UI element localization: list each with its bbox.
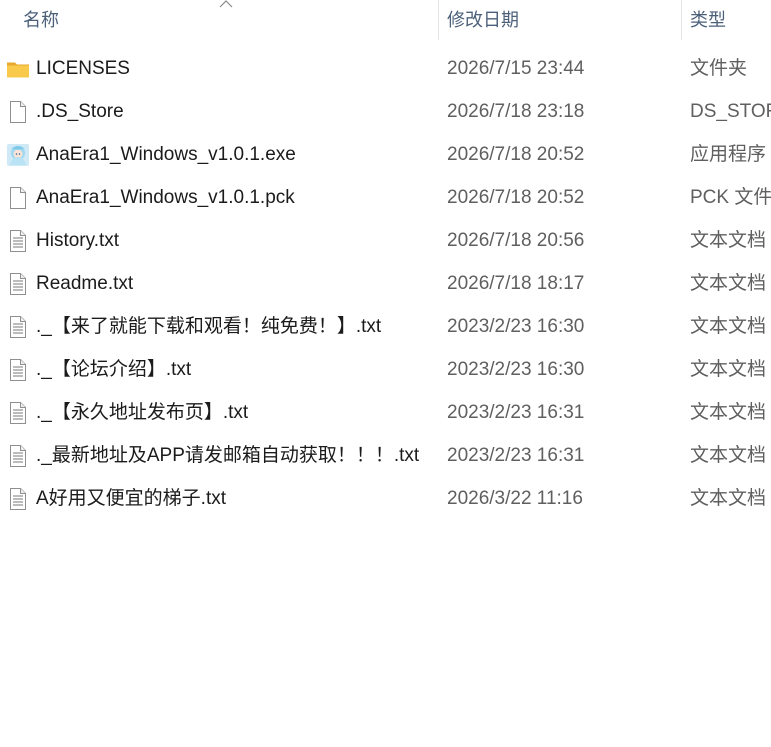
file-row[interactable]: History.txt 2026/7/18 20:56 文本文档 [0, 219, 771, 262]
folder-icon [6, 57, 30, 81]
file-row[interactable]: Readme.txt 2026/7/18 18:17 文本文档 [0, 262, 771, 305]
file-type: 文件夹 [690, 58, 748, 79]
file-date-modified: 2023/2/23 16:31 [447, 445, 585, 466]
file-date-modified: 2023/2/23 16:31 [447, 402, 585, 423]
file-type: 文本文档 [690, 316, 767, 337]
file-type: 文本文档 [690, 273, 767, 294]
file-name: History.txt [36, 230, 120, 251]
file-row[interactable]: AnaEra1_Windows_v1.0.1.pck 2026/7/18 20:5… [0, 176, 771, 219]
file-date-modified: 2026/7/18 20:56 [447, 230, 585, 251]
text-file-icon [6, 358, 30, 382]
file-name: ._【论坛介绍】.txt [36, 359, 192, 380]
file-date-modified: 2026/7/18 18:17 [447, 273, 585, 294]
blank-file-icon [6, 186, 30, 210]
file-date-modified: 2023/2/23 16:30 [447, 359, 585, 380]
file-date-modified: 2026/3/22 11:16 [447, 488, 583, 509]
column-header-type[interactable]: 类型 [681, 0, 771, 40]
column-header-date-modified[interactable]: 修改日期 [438, 0, 681, 40]
file-type: 文本文档 [690, 359, 767, 380]
file-type: 文本文档 [690, 445, 767, 466]
file-row[interactable]: ._最新地址及APP请发邮箱自动获取！！！.txt 2023/2/23 16:31… [0, 434, 771, 477]
file-name: AnaEra1_Windows_v1.0.1.exe [36, 144, 296, 165]
file-type: 应用程序 [690, 144, 767, 165]
text-file-icon [6, 487, 30, 511]
file-name: A好用又便宜的梯子.txt [36, 488, 227, 509]
app-icon [6, 143, 30, 167]
file-name: ._最新地址及APP请发邮箱自动获取！！！.txt [36, 445, 420, 466]
file-name: Readme.txt [36, 273, 134, 294]
file-name: LICENSES [36, 58, 130, 79]
file-date-modified: 2023/2/23 16:30 [447, 316, 585, 337]
file-name: ._【来了就能下载和观看！纯免费！】.txt [36, 316, 382, 337]
file-date-modified: 2026/7/15 23:44 [447, 58, 585, 79]
file-date-modified: 2026/7/18 20:52 [447, 187, 585, 208]
column-header-bar: 名称 修改日期 类型 [0, 0, 771, 40]
file-type: 文本文档 [690, 230, 767, 251]
file-name: .DS_Store [36, 101, 124, 122]
file-row[interactable]: ._【论坛介绍】.txt 2023/2/23 16:30 文本文档 [0, 348, 771, 391]
file-type: 文本文档 [690, 402, 767, 423]
file-type: PCK 文件 [690, 187, 771, 208]
text-file-icon [6, 401, 30, 425]
file-type: 文本文档 [690, 488, 767, 509]
file-list: LICENSES 2026/7/15 23:44 文件夹 .DS_Store 2026/… [0, 47, 771, 520]
file-date-modified: 2026/7/18 20:52 [447, 144, 585, 165]
file-row[interactable]: .DS_Store 2026/7/18 23:18 DS_STORE [0, 90, 771, 133]
file-row[interactable]: AnaEra1_Windows_v1.0.1.exe 2026/7/18 20:5… [0, 133, 771, 176]
blank-file-icon [6, 100, 30, 124]
file-explorer-list-view: 名称 修改日期 类型 LICENSES 2026/7/15 23:44 文件夹 .DS… [0, 0, 771, 747]
text-file-icon [6, 272, 30, 296]
column-header-name[interactable]: 名称 [0, 0, 438, 40]
text-file-icon [6, 444, 30, 468]
file-name: AnaEra1_Windows_v1.0.1.pck [36, 187, 295, 208]
file-name: ._【永久地址发布页】.txt [36, 402, 249, 423]
file-row[interactable]: A好用又便宜的梯子.txt 2026/3/22 11:16 文本文档 [0, 477, 771, 520]
file-row[interactable]: LICENSES 2026/7/15 23:44 文件夹 [0, 47, 771, 90]
text-file-icon [6, 315, 30, 339]
file-type: DS_STORE [690, 101, 771, 122]
file-row[interactable]: ._【来了就能下载和观看！纯免费！】.txt 2023/2/23 16:30 文本文… [0, 305, 771, 348]
text-file-icon [6, 229, 30, 253]
file-row[interactable]: ._【永久地址发布页】.txt 2023/2/23 16:31 文本文档 [0, 391, 771, 434]
file-date-modified: 2026/7/18 23:18 [447, 101, 585, 122]
